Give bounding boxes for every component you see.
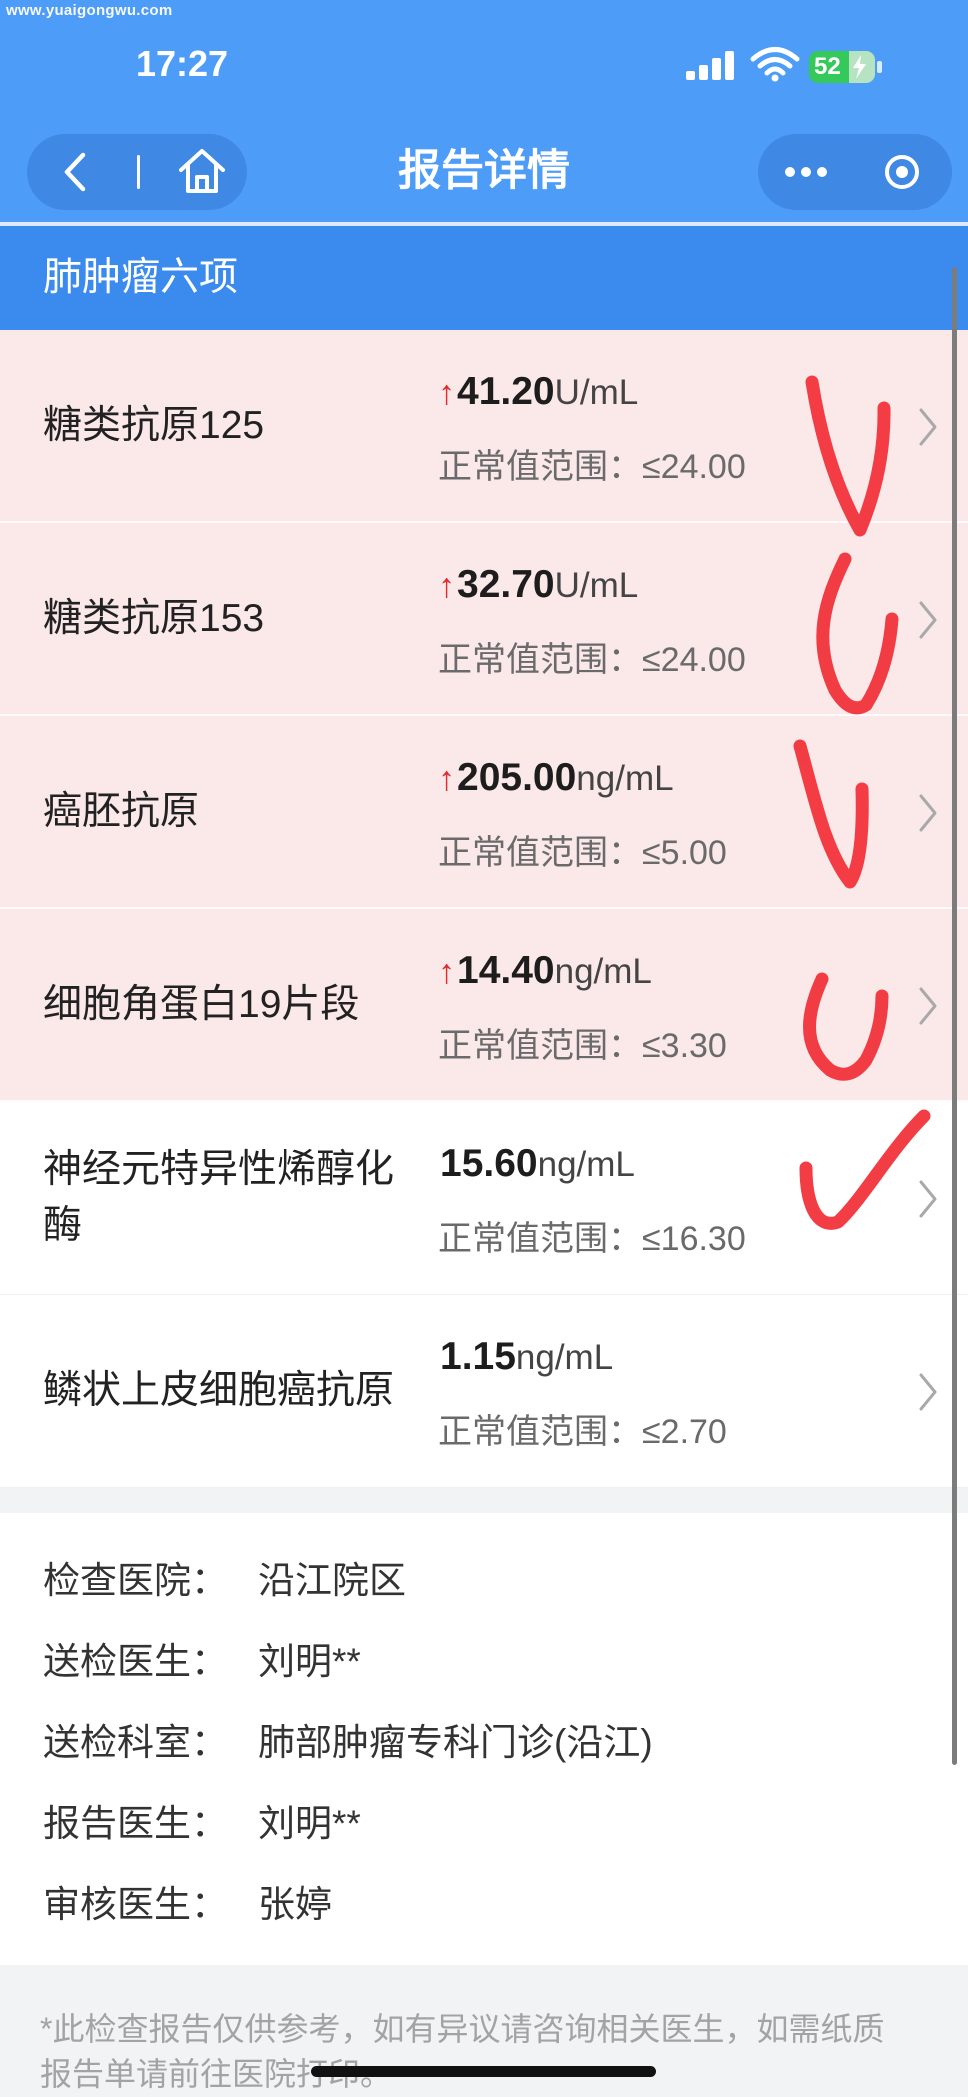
test-value: ↑32.70U/mL xyxy=(438,559,638,611)
battery-level: 52 xyxy=(814,53,841,80)
info-row-department: 送检科室： 肺部肿瘤专科门诊(沿江) xyxy=(43,1702,653,1783)
chevron-right-icon xyxy=(919,408,937,446)
value-number: 32.70 xyxy=(457,563,555,606)
info-value: 刘明** xyxy=(258,1641,361,1682)
test-value: ↑41.20U/mL xyxy=(438,366,638,418)
value-unit: ng/mL xyxy=(515,1338,614,1377)
test-value: ↑14.40ng/mL xyxy=(438,945,652,997)
test-value: ↑205.00ng/mL xyxy=(438,752,674,804)
value-unit: ng/mL xyxy=(537,1145,635,1184)
disclaimer-text: *此检查报告仅供参考，如有异议请咨询相关医生，如需纸质报告单请前往医院打印。 xyxy=(40,2011,885,2092)
value-number: 1.15 xyxy=(440,1335,516,1378)
home-indicator[interactable] xyxy=(311,2066,656,2077)
info-label: 审核医生： xyxy=(43,1884,228,1925)
wifi-icon xyxy=(750,47,800,82)
value-unit: ng/mL xyxy=(554,952,652,991)
scrollbar[interactable] xyxy=(952,267,957,1765)
target-close-icon xyxy=(885,155,919,189)
high-arrow-icon: ↑ xyxy=(438,567,455,605)
close-miniprogram-button[interactable] xyxy=(855,134,952,210)
info-label: 送检医生： xyxy=(43,1641,228,1682)
high-arrow-icon: ↑ xyxy=(438,760,455,798)
nav-right-capsule xyxy=(758,134,952,210)
value-unit: ng/mL xyxy=(576,759,674,798)
footnote-area: *此检查报告仅供参考，如有异议请咨询相关医生，如需纸质报告单请前往医院打印。 xyxy=(0,1965,968,2097)
high-arrow-icon: ↑ xyxy=(438,374,455,412)
info-label: 报告医生： xyxy=(43,1803,228,1844)
reference-range: 正常值范围：≤24.00 xyxy=(438,448,746,486)
info-value: 沿江院区 xyxy=(258,1560,406,1601)
section-gap xyxy=(0,1488,968,1513)
info-row-reviewer: 审核医生： 张婷 xyxy=(43,1864,332,1945)
info-value: 肺部肿瘤专科门诊(沿江) xyxy=(258,1722,653,1763)
info-row-hospital: 检查医院： 沿江院区 xyxy=(43,1540,406,1621)
value-unit: U/mL xyxy=(554,566,639,605)
chevron-right-icon xyxy=(919,1180,937,1218)
chevron-right-icon xyxy=(919,1373,937,1411)
result-row[interactable]: 鳞状上皮细胞癌抗原 1.15ng/mL 正常值范围：≤2.70 xyxy=(0,1295,968,1488)
result-row[interactable]: 细胞角蛋白19片段 ↑14.40ng/mL 正常值范围：≤3.30 xyxy=(0,909,968,1102)
test-name: 细胞角蛋白19片段 xyxy=(43,982,360,1026)
battery-charging-icon: 52 xyxy=(808,50,886,84)
value-number: 15.60 xyxy=(440,1142,538,1185)
reference-range: 正常值范围：≤5.00 xyxy=(438,834,727,872)
test-name: 癌胚抗原 xyxy=(43,789,200,833)
reference-range: 正常值范围：≤3.30 xyxy=(438,1027,727,1065)
value-number: 41.20 xyxy=(457,370,555,413)
reference-range: 正常值范围：≤24.00 xyxy=(438,641,746,679)
chevron-right-icon xyxy=(919,987,937,1025)
info-label: 检查医院： xyxy=(43,1560,228,1601)
info-value: 刘明** xyxy=(258,1803,361,1844)
chevron-right-icon xyxy=(919,794,937,832)
reference-range: 正常值范围：≤16.30 xyxy=(438,1220,746,1258)
info-row-reporting-doctor: 报告医生： 刘明** xyxy=(43,1783,361,1864)
section-header: 肺肿瘤六项 xyxy=(0,226,968,330)
status-time: 17:27 xyxy=(135,43,229,84)
section-title: 肺肿瘤六项 xyxy=(43,256,239,299)
more-button[interactable] xyxy=(758,134,855,210)
info-row-referring-doctor: 送检医生： 刘明** xyxy=(43,1621,361,1702)
report-info-panel: 检查医院： 沿江院区 送检医生： 刘明** 送检科室： 肺部肿瘤专科门诊(沿江) 报告… xyxy=(0,1513,968,1965)
test-value: 15.60ng/mL xyxy=(438,1138,635,1190)
info-value: 张婷 xyxy=(258,1884,332,1925)
value-unit: U/mL xyxy=(554,373,639,412)
test-name: 糖类抗原153 xyxy=(43,596,265,640)
test-name: 糖类抗原125 xyxy=(43,403,265,447)
value-number: 14.40 xyxy=(457,949,555,992)
test-value: 1.15ng/mL xyxy=(438,1331,613,1383)
result-list: 糖类抗原125 ↑41.20U/mL 正常值范围：≤24.00 糖类抗原153 … xyxy=(0,330,968,1488)
watermark-text: www.yuaigongwu.com xyxy=(6,2,173,19)
high-arrow-icon: ↑ xyxy=(438,953,455,991)
result-row[interactable]: 糖类抗原125 ↑41.20U/mL 正常值范围：≤24.00 xyxy=(0,330,968,523)
chevron-right-icon xyxy=(919,601,937,639)
result-row[interactable]: 神经元特异性烯醇化酶 15.60ng/mL 正常值范围：≤16.30 xyxy=(0,1102,968,1295)
value-number: 205.00 xyxy=(457,756,577,799)
signal-icon xyxy=(686,51,734,80)
reference-range: 正常值范围：≤2.70 xyxy=(438,1413,727,1451)
more-dots-icon xyxy=(785,167,827,177)
info-label: 送检科室： xyxy=(43,1722,228,1763)
test-name: 神经元特异性烯醇化酶 xyxy=(43,1148,395,1247)
result-row[interactable]: 癌胚抗原 ↑205.00ng/mL 正常值范围：≤5.00 xyxy=(0,716,968,909)
result-row[interactable]: 糖类抗原153 ↑32.70U/mL 正常值范围：≤24.00 xyxy=(0,523,968,716)
test-name: 鳞状上皮细胞癌抗原 xyxy=(43,1369,395,1412)
